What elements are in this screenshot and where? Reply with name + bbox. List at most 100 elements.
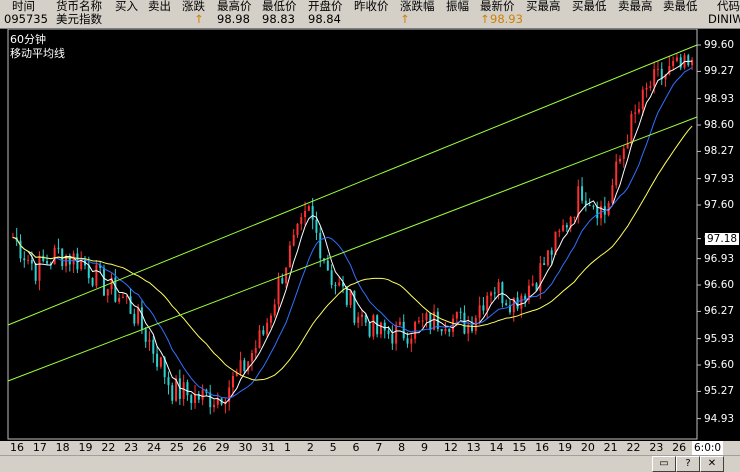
x-tick-label: 16 (10, 441, 24, 454)
candle-body (118, 297, 121, 302)
candle-body (307, 206, 310, 211)
candle-body (129, 296, 132, 314)
candle-body (304, 210, 307, 218)
current-price-marker: 97.18 (705, 232, 740, 245)
candle-body (372, 315, 375, 337)
candle-body (622, 148, 625, 159)
candle-body (231, 375, 234, 388)
candle-body (497, 282, 500, 294)
candle-body (190, 395, 193, 404)
quote-high: 98.98 (217, 12, 250, 26)
header-label-buy: 买入 (115, 0, 138, 13)
candle-body (398, 321, 401, 325)
candle-body (258, 330, 261, 349)
candle-body (410, 338, 413, 344)
candle-body (421, 320, 424, 322)
quote-time: 095735 (4, 12, 48, 26)
candle-body (357, 316, 360, 323)
y-tick-label: 97.93 (704, 172, 735, 185)
candle-body (167, 377, 170, 386)
channel-lower-line (7, 116, 698, 382)
x-tick-label: 20 (580, 441, 595, 454)
candle-body (573, 216, 576, 218)
candle-body (550, 250, 553, 255)
header-label-prev-close: 昨收价 (354, 0, 389, 13)
plot-frame (7, 29, 698, 440)
candle-body (171, 385, 174, 401)
candle-body (254, 348, 257, 354)
candle-body (46, 261, 49, 264)
header-label-sell-low: 卖最低 (663, 0, 698, 13)
candle-body (581, 186, 584, 201)
candle-body (543, 263, 546, 266)
x-tick-label: 7 (375, 441, 383, 454)
candle-body (611, 185, 614, 204)
candle-body (338, 282, 341, 286)
candle-body (596, 206, 599, 219)
x-tick-label: 19 (78, 441, 93, 454)
candle-body (501, 282, 504, 304)
header-label-buy-low: 买最低 (572, 0, 607, 13)
y-tick-label: 98.27 (704, 145, 735, 158)
candle-body (34, 263, 37, 281)
x-tick-label: 5 (329, 441, 337, 454)
candle-body (140, 307, 143, 330)
candle-body (653, 69, 656, 87)
candle-body (315, 219, 318, 233)
candle-body (27, 259, 30, 261)
candle-body (459, 311, 462, 313)
x-tick-label: 2 (306, 441, 314, 454)
x-tick-label: 31 (261, 441, 276, 454)
candle-body (493, 292, 496, 294)
candle-body (250, 353, 253, 362)
chart-indicator: 移动平均线 (10, 47, 65, 60)
candle-body (38, 255, 41, 281)
chart-canvas[interactable] (0, 29, 740, 441)
candle-body (637, 109, 640, 113)
candle-body (152, 339, 155, 354)
candle-body (334, 284, 337, 286)
candle-body (402, 321, 405, 339)
candle-body (455, 311, 458, 319)
candle-body (425, 313, 428, 321)
candle-body (630, 113, 633, 144)
candle-body (516, 297, 519, 309)
candle-body (194, 394, 197, 404)
candle-body (668, 65, 671, 75)
x-tick-label: 29 (215, 441, 230, 454)
candle-body (133, 313, 136, 324)
price-chart[interactable]: 60分钟 移动平均线 99.60 99.27 98.93 98.60 98.27 97.9… (0, 29, 740, 441)
ma-long-line (12, 125, 693, 381)
y-tick-label: 96.60 (704, 279, 735, 291)
x-tick-label: 1 (284, 441, 291, 454)
candle-body (558, 230, 561, 232)
y-tick-label: 96.27 (704, 305, 735, 318)
candle-body (186, 382, 189, 396)
candle-body (106, 289, 109, 296)
candle-body (592, 205, 595, 207)
candle-body (531, 283, 534, 286)
y-tick-label: 95.93 (704, 332, 735, 345)
candle-body (95, 264, 98, 286)
x-tick-label: 22 (101, 441, 116, 454)
candle-body (478, 305, 481, 318)
candle-body (440, 328, 443, 332)
x-tick-label: 18 (55, 441, 70, 454)
x-tick-label: 26 (192, 441, 207, 454)
quote-name: 美元指数 (56, 12, 102, 26)
candle-body (417, 320, 420, 322)
quote-header: 时间 货币名称 买入 卖出 涨跌 最高价 最低价 开盘价 昨收价 涨跌幅 振幅 … (0, 0, 740, 29)
candle-body (243, 360, 246, 372)
candle-body (615, 161, 618, 186)
time-label: 6:0:0 (692, 441, 724, 455)
candle-body (23, 258, 26, 261)
x-tick-label: 23 (124, 441, 139, 454)
candle-body (687, 55, 690, 66)
candle-body (349, 290, 352, 305)
candle-body (288, 245, 291, 268)
candle-body (588, 205, 591, 207)
ma-mid-line (12, 67, 693, 399)
candle-body (546, 250, 549, 266)
x-tick-label: 21 (603, 441, 618, 454)
x-tick-label: 6 (352, 441, 360, 454)
